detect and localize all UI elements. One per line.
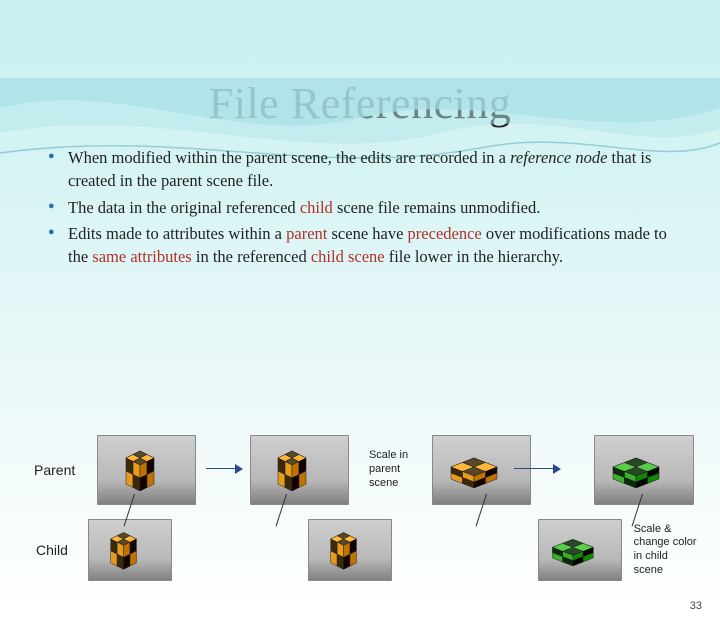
- cube-orange-flat-icon: [443, 452, 521, 488]
- parent-scene-3: [432, 435, 532, 505]
- parent-scene-4: [594, 435, 694, 505]
- cube-orange-icon: [105, 527, 155, 573]
- cube-orange-icon: [272, 445, 326, 495]
- emphasis-red: same attributes: [92, 247, 191, 266]
- emphasis-red: child: [300, 198, 333, 217]
- page-number: 33: [690, 600, 702, 612]
- diagram-area: Parent Scale in parent scene Child: [34, 430, 700, 586]
- bullet-item: The data in the original referenced chil…: [54, 197, 680, 220]
- arrow-right-icon: [206, 468, 240, 469]
- parent-label: Parent: [34, 462, 91, 478]
- arrow-right-icon: [514, 468, 558, 469]
- bullet-item: Edits made to attributes within a parent…: [54, 223, 680, 269]
- child-row: Child Scale & change color in child scen…: [34, 514, 700, 586]
- emphasis-red: parent: [286, 224, 327, 243]
- scale-child-label: Scale & change color in child scene: [634, 523, 700, 578]
- emphasis-italic: reference node: [510, 148, 607, 167]
- bullet-list: When modified within the parent scene, t…: [0, 147, 720, 269]
- bullet-item: When modified within the parent scene, t…: [54, 147, 680, 193]
- child-label: Child: [34, 542, 82, 558]
- child-scene-3: [538, 519, 621, 581]
- scale-parent-label: Scale in parent scene: [369, 449, 426, 490]
- cube-orange-icon: [325, 527, 375, 573]
- parent-scene-2: [250, 435, 350, 505]
- emphasis-red: child scene: [311, 247, 385, 266]
- parent-scene-1: [97, 435, 197, 505]
- child-scene-1: [88, 519, 171, 581]
- child-scene-2: [308, 519, 391, 581]
- cube-orange-icon: [120, 445, 174, 495]
- cube-green-flat-icon: [543, 534, 617, 566]
- emphasis-red: precedence: [408, 224, 482, 243]
- cube-green-flat-icon: [605, 452, 683, 488]
